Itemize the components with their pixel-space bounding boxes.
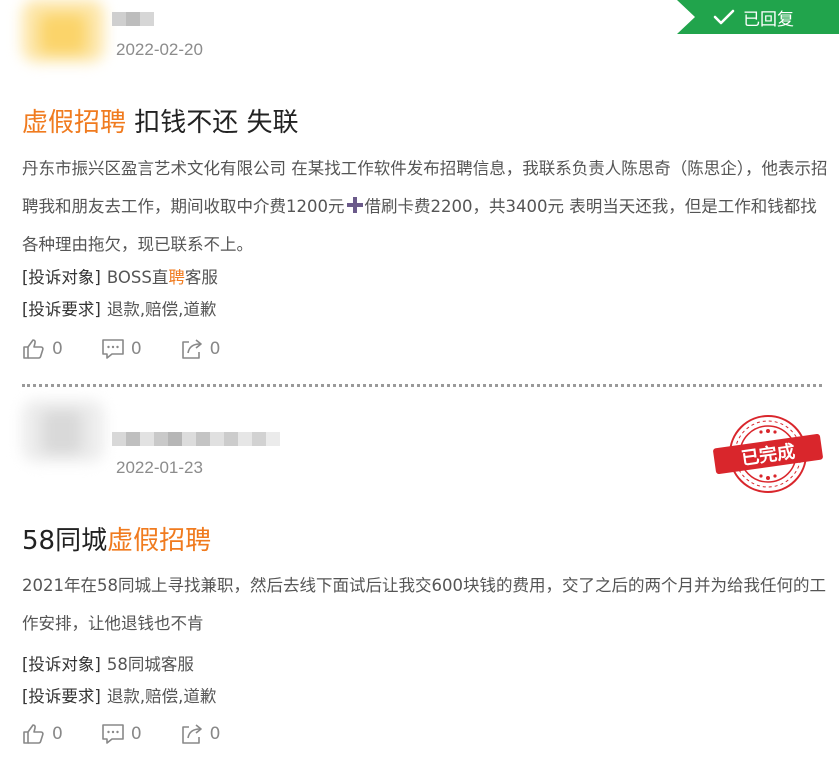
share-count: 0 [209, 724, 221, 744]
complaint-title[interactable]: 58同城虚假招聘 [22, 520, 211, 557]
complaint-demand: [投诉要求] 退款,赔偿,道歉 [22, 683, 216, 707]
demand-value: 退款,赔偿,道歉 [106, 300, 217, 319]
complaint-target: [投诉对象] 58同城客服 [22, 651, 194, 675]
demand-label: [投诉要求] [22, 300, 101, 319]
share-count: 0 [209, 339, 221, 359]
demand-label: [投诉要求] [22, 687, 101, 706]
title-highlight: 虚假招聘 [107, 526, 212, 556]
like-count: 0 [52, 339, 63, 359]
complaint-target: [投诉对象] BOSS直聘客服 [22, 264, 218, 288]
thumbs-up-icon [23, 724, 44, 744]
target-value[interactable]: BOSS直聘客服 [107, 268, 218, 287]
target-value[interactable]: 58同城客服 [107, 655, 194, 674]
comment-icon [102, 724, 124, 744]
masked-username [112, 432, 280, 446]
complaint-card: 2022-02-20 已回复 虚假招聘 扣钱不还 失联 丹东市振兴区盈言艺术文化… [0, 0, 839, 387]
post-date: 2022-01-23 [116, 458, 203, 477]
title-text: 扣钱不还 失联 [126, 108, 299, 138]
complaint-description: 丹东市振兴区盈言艺术文化有限公司 在某找工作软件发布招聘信息，我联系负责人陈思奇… [22, 150, 830, 264]
comment-button[interactable]: 0 [101, 722, 142, 746]
comment-count: 0 [130, 339, 142, 359]
post-date: 2022-02-20 [116, 40, 203, 59]
avatar[interactable] [22, 0, 104, 62]
completed-stamp: 已完成 [713, 415, 823, 493]
divider [22, 384, 822, 387]
like-button[interactable]: 0 [22, 722, 63, 746]
share-icon [181, 339, 202, 359]
like-count: 0 [52, 724, 63, 744]
target-label: [投诉对象] [22, 268, 101, 287]
complaint-card: 2022-01-23 已完成 58同城虚假招聘 2021年在58同城上寻找兼职，… [0, 388, 839, 762]
demand-value: 退款,赔偿,道歉 [106, 687, 217, 706]
share-button[interactable]: 0 [180, 337, 221, 361]
comment-count: 0 [130, 724, 142, 744]
title-text: 58同城 [22, 526, 108, 556]
comment-icon [102, 339, 124, 359]
plus-icon [346, 197, 363, 213]
comment-button[interactable]: 0 [101, 337, 142, 361]
avatar[interactable] [22, 400, 104, 462]
check-icon [713, 9, 735, 25]
complaint-demand: [投诉要求] 退款,赔偿,道歉 [22, 296, 216, 320]
like-button[interactable]: 0 [22, 337, 63, 361]
action-bar: 0 0 0 [22, 337, 258, 361]
complaint-title[interactable]: 虚假招聘 扣钱不还 失联 [22, 102, 299, 139]
masked-username [112, 12, 154, 26]
share-button[interactable]: 0 [180, 722, 221, 746]
action-bar: 0 0 0 [22, 722, 258, 746]
title-highlight: 虚假招聘 [22, 108, 127, 138]
target-label: [投诉对象] [22, 655, 101, 674]
status-label: 已回复 [743, 9, 794, 30]
thumbs-up-icon [23, 339, 44, 359]
share-icon [181, 724, 202, 744]
replied-status-badge: 已回复 [677, 0, 839, 34]
complaint-description: 2021年在58同城上寻找兼职，然后去线下面试后让我交600块钱的费用，交了之后… [22, 576, 826, 633]
